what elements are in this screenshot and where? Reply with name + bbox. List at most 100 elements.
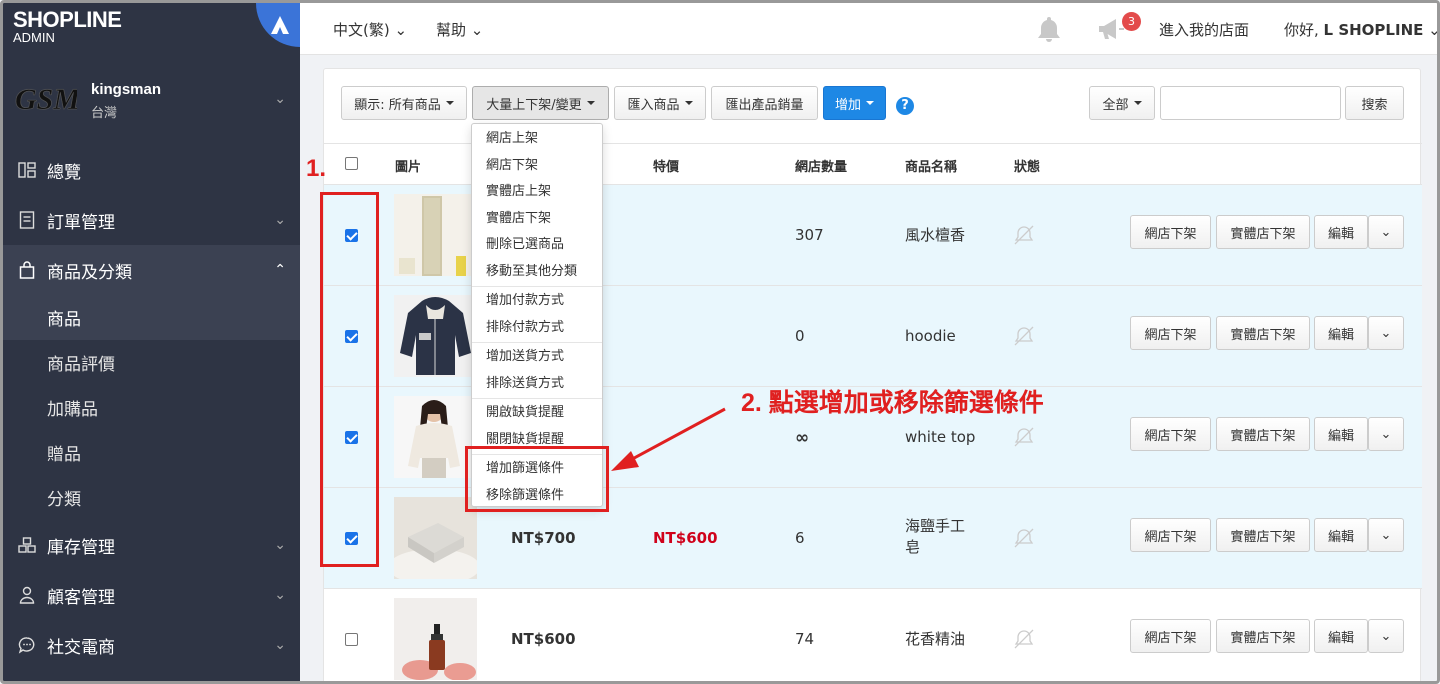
online-unlist-button[interactable]: 網店下架 [1130, 518, 1211, 552]
store-region: 台灣 [91, 106, 118, 121]
enter-store-link[interactable]: 進入我的店面 [1159, 19, 1249, 40]
chevron-down-icon: ⌄ [389, 21, 408, 39]
chevron-down-icon: ⌄ [274, 91, 286, 107]
submenu-item-addons[interactable]: 加購品 [3, 385, 300, 430]
bell-icon[interactable] [1036, 15, 1062, 47]
chat-bubble-icon [17, 636, 37, 654]
more-actions-chevron-down-icon[interactable]: ⌄ [1368, 518, 1404, 552]
logo-sub-text: ADMIN [13, 30, 55, 45]
sidebar-item-orders[interactable]: 訂單管理 ⌄ [3, 195, 300, 245]
menu-item-enable-stock-alert[interactable]: 開啟缺貨提醒 [472, 400, 602, 427]
sidebar-item-customers[interactable]: 顧客管理 ⌄ [3, 570, 300, 620]
submenu-item-categories[interactable]: 分類 [3, 475, 300, 520]
row-checkbox[interactable] [345, 633, 358, 646]
edit-button[interactable]: 編輯 [1314, 619, 1368, 653]
search-input[interactable] [1160, 86, 1341, 120]
product-name[interactable]: 花香精油 [905, 629, 985, 650]
menu-item-remove-payment[interactable]: 排除付款方式 [472, 315, 602, 342]
language-selector[interactable]: 中文(繁) ⌄ [333, 19, 407, 40]
menu-item-add-payment[interactable]: 增加付款方式 [472, 288, 602, 315]
product-name[interactable]: white top [905, 427, 1025, 448]
megaphone-icon[interactable] [1097, 17, 1125, 45]
topbar: 中文(繁) ⌄ 幫助 ⌄ 3 進入我的店面 你好, L SHOPLINE ⌄ [300, 3, 1440, 55]
sidebar-item-products[interactable]: 商品及分類 ⌃ [3, 245, 300, 295]
menu-item-store-list[interactable]: 實體店上架 [472, 179, 602, 206]
menu-item-add-delivery[interactable]: 增加送貨方式 [472, 344, 602, 371]
store-unlist-button[interactable]: 實體店下架 [1216, 619, 1310, 653]
chevron-down-icon: ⌄ [1423, 21, 1440, 39]
edit-button[interactable]: 編輯 [1314, 417, 1368, 451]
menu-item-store-unlist[interactable]: 實體店下架 [472, 206, 602, 233]
brand-logo[interactable]: SHOPLINE ADMIN [3, 3, 300, 55]
store-unlist-button[interactable]: 實體店下架 [1216, 518, 1310, 552]
sidebar-item-label: 商品及分類 [47, 262, 132, 283]
online-unlist-button[interactable]: 網店下架 [1130, 316, 1211, 350]
select-all-checkbox[interactable] [345, 157, 358, 170]
online-unlist-button[interactable]: 網店下架 [1130, 417, 1211, 451]
greeting-text: 你好, [1284, 21, 1324, 39]
table-row: NT$600 74 花香精油 網店下架 實體店下架 編輯 ⌄ [324, 589, 1422, 681]
store-unlist-button[interactable]: 實體店下架 [1216, 215, 1310, 249]
order-list-icon [17, 211, 37, 229]
notification-off-icon [1013, 426, 1035, 452]
more-actions-chevron-down-icon[interactable]: ⌄ [1368, 619, 1404, 653]
menu-item-online-list[interactable]: 網店上架 [472, 126, 602, 153]
menu-item-online-unlist[interactable]: 網店下架 [472, 153, 602, 180]
chevron-down-icon: ⌄ [274, 637, 286, 653]
app-window: SHOPLINE ADMIN GSM kingsman 台灣 ⌄ 總覽 訂單管理… [0, 0, 1440, 684]
menu-item-move-category[interactable]: 移動至其他分類 [472, 259, 602, 286]
search-button[interactable]: 搜索 [1345, 86, 1404, 120]
export-sales-button[interactable]: 匯出產品銷量 [711, 86, 818, 120]
product-image-essential-oil[interactable] [394, 598, 477, 680]
import-label: 匯入商品 [627, 97, 680, 113]
display-filter-button[interactable]: 顯示: 所有商品 [341, 86, 467, 120]
store-unlist-button[interactable]: 實體店下架 [1216, 316, 1310, 350]
sidebar-item-social[interactable]: 社交電商 ⌄ [3, 620, 300, 670]
product-image-hoodie[interactable] [394, 295, 477, 377]
shopping-bag-icon [17, 261, 37, 279]
more-actions-chevron-down-icon[interactable]: ⌄ [1368, 215, 1404, 249]
sidebar-item-label: 訂單管理 [47, 212, 115, 233]
submenu-item-gifts[interactable]: 贈品 [3, 430, 300, 475]
add-product-button[interactable]: 增加 [823, 86, 886, 120]
user-menu[interactable]: 你好, L SHOPLINE ⌄ [1284, 19, 1440, 40]
product-name[interactable]: 海鹽手工皂 [905, 516, 977, 558]
menu-item-remove-delivery[interactable]: 排除送貨方式 [472, 371, 602, 398]
submenu-item-reviews[interactable]: 商品評價 [3, 340, 300, 385]
product-image-incense[interactable] [394, 194, 477, 276]
sidebar: SHOPLINE ADMIN GSM kingsman 台灣 ⌄ 總覽 訂單管理… [3, 3, 300, 681]
display-filter-label: 顯示: 所有商品 [354, 97, 441, 113]
chevron-down-icon: ⌄ [274, 587, 286, 603]
menu-item-delete-selected[interactable]: 刪除已選商品 [472, 232, 602, 259]
column-header-special-price: 特價 [653, 160, 680, 175]
chevron-down-icon: ⌄ [274, 537, 286, 553]
submenu-item-products[interactable]: 商品 [3, 295, 300, 340]
sidebar-item-inventory[interactable]: 庫存管理 ⌄ [3, 520, 300, 570]
inventory-icon [17, 537, 37, 553]
more-actions-chevron-down-icon[interactable]: ⌄ [1368, 417, 1404, 451]
bulk-action-button[interactable]: 大量上下架/變更 [472, 86, 609, 120]
online-unlist-button[interactable]: 網店下架 [1130, 215, 1211, 249]
caret-down-icon [445, 101, 454, 105]
bulk-action-label: 大量上下架/變更 [486, 97, 582, 113]
help-label: 幫助 [436, 21, 467, 39]
search-scope-label: 全部 [1102, 97, 1129, 113]
import-products-button[interactable]: 匯入商品 [614, 86, 706, 120]
product-name[interactable]: 風水檀香 [905, 225, 985, 246]
help-circle-icon[interactable]: ? [896, 97, 914, 115]
edit-button[interactable]: 編輯 [1314, 316, 1368, 350]
product-name[interactable]: hoodie [905, 326, 985, 347]
more-actions-chevron-down-icon[interactable]: ⌄ [1368, 316, 1404, 350]
store-unlist-button[interactable]: 實體店下架 [1216, 417, 1310, 451]
edit-button[interactable]: 編輯 [1314, 518, 1368, 552]
search-scope-select[interactable]: 全部 [1089, 86, 1155, 120]
online-unlist-button[interactable]: 網店下架 [1130, 619, 1211, 653]
sidebar-item-dashboard[interactable]: 總覽 [3, 145, 300, 195]
help-menu[interactable]: 幫助 ⌄ [436, 19, 483, 40]
annotation-step-2: 2. 點選增加或移除篩選條件 [741, 389, 1044, 417]
store-switcher[interactable]: GSM kingsman 台灣 ⌄ [3, 65, 300, 145]
sidebar-item-label: 總覽 [47, 162, 81, 183]
edit-button[interactable]: 編輯 [1314, 215, 1368, 249]
column-header-name: 商品名稱 [905, 160, 958, 175]
notification-off-icon [1013, 224, 1035, 250]
